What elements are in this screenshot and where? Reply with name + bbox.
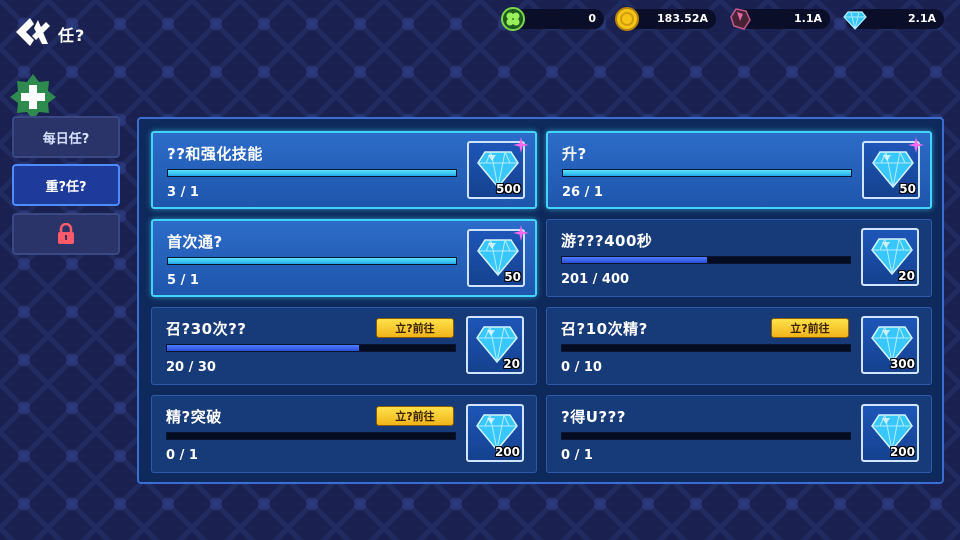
task-card: 精?突破 立?前往 0 / 1 200 [151,395,537,473]
reward-button[interactable]: 200 [861,404,919,462]
task-name: 升? [562,145,587,163]
task-name: 首次通? [167,233,223,251]
reward-amount: 20 [898,269,915,283]
progress-fill [168,258,456,264]
sparkle-icon [908,137,924,153]
reward-amount: 200 [494,445,520,459]
reward-amount: 50 [504,270,521,284]
progress-bar [167,169,457,177]
task-name: 召?30次?? [166,320,247,338]
reward-button[interactable]: 20 [466,316,524,374]
progress-bar [166,344,456,352]
sparkle-icon [513,225,529,241]
currency-gold: 183.52A [615,7,716,31]
progress-bar [562,169,852,177]
progress-bar [561,432,851,440]
task-name: 召?10次精? [561,320,648,338]
back-button[interactable] [12,14,52,50]
tab-label: 每日任? [42,131,90,147]
red-crystal-icon [730,8,751,30]
reward-button[interactable]: 200 [466,404,524,462]
task-card: 召?10次精? 立?前往 0 / 10 300 [546,307,932,385]
reward-amount: 200 [889,445,915,459]
reward-button[interactable]: 50 [467,225,529,287]
progress-fill [168,170,456,176]
lock-icon [58,223,74,244]
currency-value: 183.52A [657,12,708,25]
back-arrow-icon [16,18,50,46]
add-button[interactable] [8,72,58,122]
task-card: 升? 26 / 1 50 [546,131,932,209]
progress-count: 0 / 1 [166,448,198,463]
sparkle-icon [513,137,529,153]
reward-amount: 500 [495,182,521,196]
progress-bar [561,344,851,352]
reward-amount: 50 [899,182,916,196]
go-now-button[interactable]: 立?前往 [376,318,454,338]
go-now-button[interactable]: 立?前往 [376,406,454,426]
go-now-button[interactable]: 立?前往 [771,318,849,338]
progress-count: 20 / 30 [166,360,216,375]
task-card: 召?30次?? 立?前往 20 / 30 20 [151,307,537,385]
progress-count: 3 / 1 [167,185,199,200]
currency-value: 0 [588,12,596,25]
diamond-icon [843,11,867,30]
tab-label: 重?任? [45,179,87,195]
tab-daily-tasks[interactable]: 每日任? [12,116,120,158]
reward-button[interactable]: 20 [861,228,919,286]
tab-main-tasks[interactable]: 重?任? [12,164,120,206]
clover-icon [501,7,525,31]
currency-diamond: 2.1A [843,9,944,30]
reward-amount: 300 [889,357,915,371]
task-name: 精?突破 [166,408,222,426]
progress-bar [166,432,456,440]
task-card: 游???400秒 201 / 400 20 [546,219,932,297]
reward-button[interactable]: 500 [467,137,529,199]
task-card: ?得U??? 0 / 1 200 [546,395,932,473]
reward-button[interactable]: 300 [861,316,919,374]
task-card: 首次通? 5 / 1 50 [151,219,537,297]
task-name: 游???400秒 [561,232,653,250]
progress-fill [563,170,851,176]
top-bar: 任? 0 183.52A 1.1A 2.1A [0,0,960,60]
currency-crystal: 1.1A [730,8,830,30]
reward-button[interactable]: 50 [862,137,924,199]
progress-count: 26 / 1 [562,185,603,200]
progress-count: 5 / 1 [167,273,199,288]
currency-value: 2.1A [908,12,936,25]
currency-value: 1.1A [794,12,822,25]
tab-locked[interactable] [12,213,120,255]
progress-count: 0 / 1 [561,448,593,463]
task-name: ??和强化技能 [167,145,263,163]
progress-bar [561,256,851,264]
gold-coin-icon [615,7,639,31]
progress-bar [167,257,457,265]
progress-fill [562,257,707,263]
page-title: 任? [58,26,86,45]
progress-count: 201 / 400 [561,272,630,287]
currency-clover: 0 [501,7,604,31]
task-name: ?得U??? [561,408,626,426]
task-panel: ??和强化技能 3 / 1 500 升? 26 / 1 50 首次通? 5 / … [137,117,944,484]
task-card: ??和强化技能 3 / 1 500 [151,131,537,209]
progress-fill [167,345,359,351]
progress-count: 0 / 10 [561,360,602,375]
reward-amount: 20 [503,357,520,371]
plus-icon [10,74,56,120]
